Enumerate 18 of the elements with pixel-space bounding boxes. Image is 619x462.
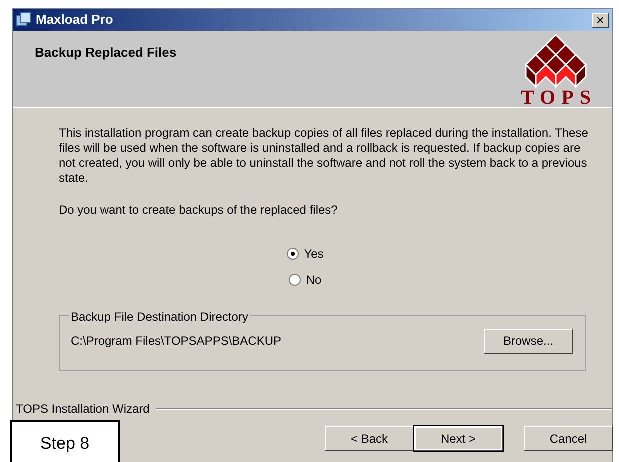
app-icon xyxy=(16,12,32,28)
wizard-button[interactable]: < Back xyxy=(325,426,414,451)
browse-button[interactable]: Browse... xyxy=(484,328,573,354)
wizard-button[interactable]: Cancel xyxy=(524,426,613,451)
step-label: Step 8 xyxy=(10,420,120,462)
radio-button[interactable] xyxy=(289,274,302,286)
question-text: Do you want to create backups of the replaced files? xyxy=(59,202,339,219)
wizard-button[interactable]: Next > xyxy=(414,426,503,451)
page-title: Backup Replaced Files xyxy=(35,44,177,62)
window-title: Maxload Pro xyxy=(36,11,114,30)
radio-label[interactable]: No xyxy=(306,271,322,289)
destination-path: C:\Program Files\TOPSAPPS\BACKUP xyxy=(71,333,282,350)
close-button[interactable]: × xyxy=(592,12,609,28)
radio-button[interactable] xyxy=(287,248,300,260)
radio-label[interactable]: Yes xyxy=(304,245,324,263)
logo-text: TOPS xyxy=(521,89,597,107)
description-text: This installation program can create backup copies of all files replaced during the installation. These files will be used when the software is uninstalled and a rollback is requested. If backup copies are not created, you will only be able to uninstall the software and not roll the system back to a previous state. xyxy=(59,126,589,186)
wizard-label: TOPS Installation Wizard xyxy=(16,401,150,418)
